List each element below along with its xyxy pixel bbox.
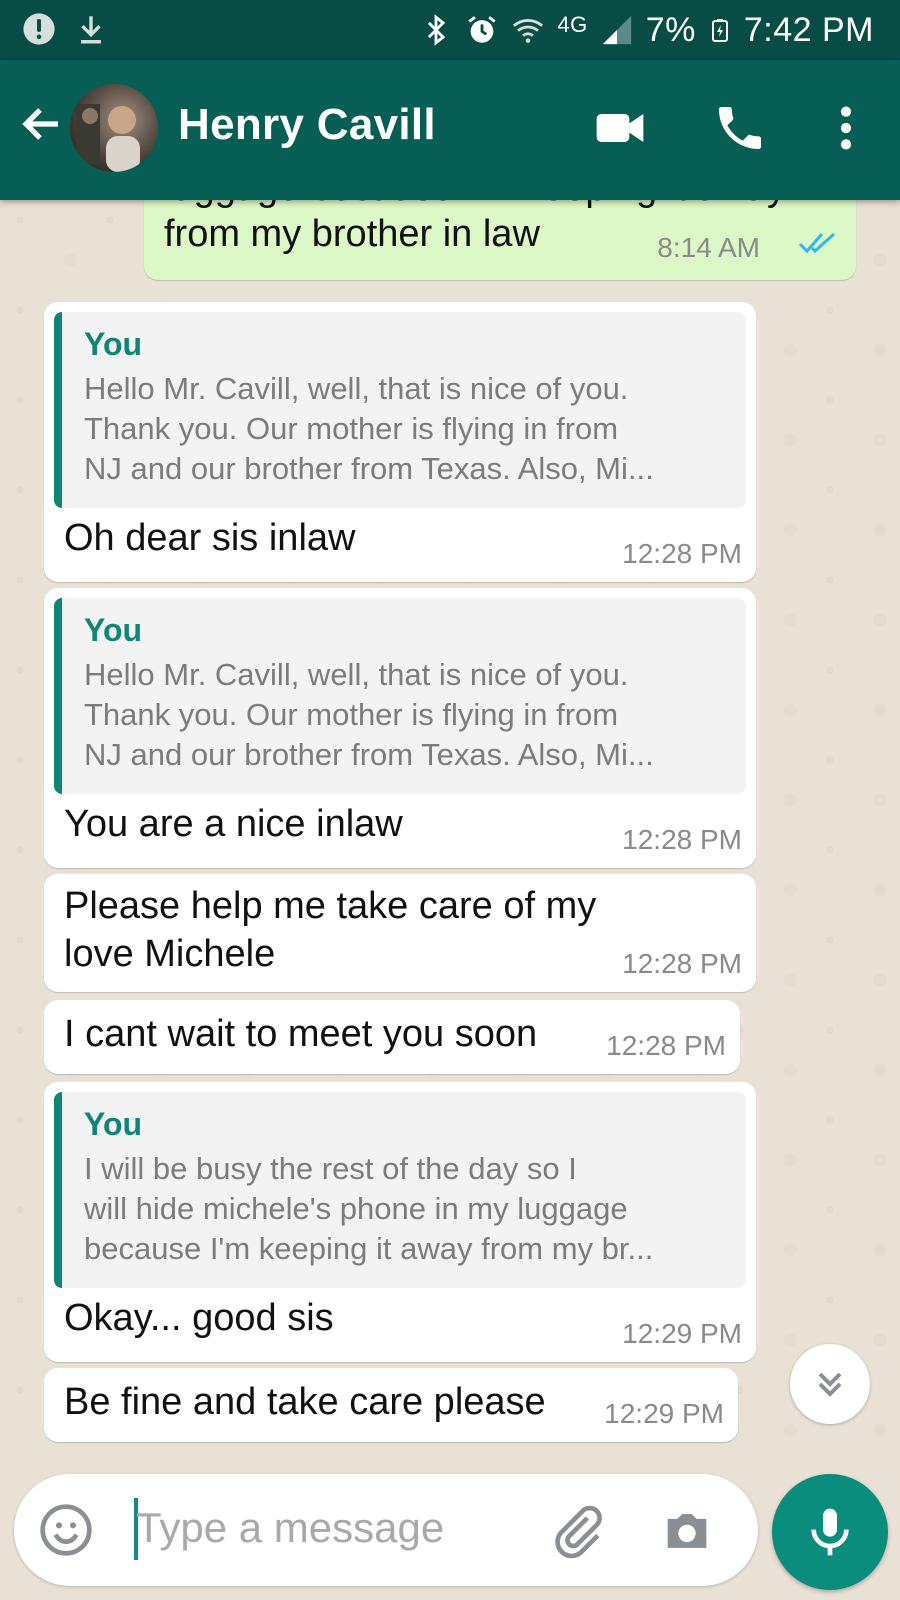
outgoing-message[interactable]: luggage because I'm keeping it away from… <box>144 200 856 280</box>
message-composer: Type a message <box>14 1474 758 1586</box>
quote-line: Hello Mr. Cavill, well, that is nice of … <box>84 657 629 692</box>
message-text: Be fine and take care please <box>64 1381 546 1423</box>
back-arrow-icon[interactable] <box>18 100 66 148</box>
signal-icon <box>602 15 631 45</box>
incoming-message[interactable]: You Hello Mr. Cavill, well, that is nice… <box>44 302 756 582</box>
incoming-message[interactable]: You I will be busy the rest of the day s… <box>44 1082 756 1362</box>
bluetooth-icon <box>428 14 446 46</box>
contact-name[interactable]: Henry Cavill <box>178 100 436 150</box>
quote-author: You <box>84 1106 143 1142</box>
wifi-icon <box>513 19 544 43</box>
message-text: I cant wait to meet you soon <box>64 1013 538 1055</box>
quote-line: Thank you. Our mother is flying in from <box>84 411 619 446</box>
quote-line: NJ and our brother from Texas. Also, Mi.… <box>84 737 654 772</box>
video-call-icon[interactable] <box>592 100 648 156</box>
quote-author: You <box>84 326 143 362</box>
message-text: You are a nice inlaw <box>64 803 403 845</box>
status-bar: 4G 7% 7:42 PM <box>0 0 900 60</box>
message-text: Oh dear sis inlaw <box>64 517 356 559</box>
message-time: 12:28 PM <box>622 824 742 855</box>
scroll-to-bottom-button[interactable] <box>790 1344 870 1424</box>
avatar[interactable] <box>70 84 158 172</box>
message-time: 12:28 PM <box>622 948 742 979</box>
attach-icon[interactable] <box>550 1504 606 1560</box>
quote-line: NJ and our brother from Texas. Also, Mi.… <box>84 451 654 486</box>
emoji-icon[interactable] <box>38 1502 94 1558</box>
quote-line: Hello Mr. Cavill, well, that is nice of … <box>84 371 629 406</box>
message-time: 12:28 PM <box>606 1030 726 1061</box>
message-text: Okay... good sis <box>64 1297 334 1339</box>
avatar-photo <box>76 104 140 172</box>
incoming-message[interactable]: Please help me take care of my love Mich… <box>44 874 756 992</box>
message-time: 12:28 PM <box>622 538 742 569</box>
voice-message-button[interactable] <box>772 1474 888 1590</box>
message-text: Please help me take care of my <box>64 885 597 927</box>
phone-call-icon[interactable] <box>712 100 768 156</box>
quoted-message[interactable]: You Hello Mr. Cavill, well, that is nice… <box>54 598 746 794</box>
message-list[interactable]: luggage because I'm keeping it away from… <box>0 200 900 1460</box>
quoted-message[interactable]: You Hello Mr. Cavill, well, that is nice… <box>54 312 746 508</box>
quote-line: I will be busy the rest of the day so I <box>84 1151 577 1186</box>
message-time: 12:29 PM <box>622 1318 742 1349</box>
battery-icon <box>711 19 728 42</box>
incoming-message[interactable]: Be fine and take care please 12:29 PM <box>44 1368 738 1442</box>
chevron-double-down-icon <box>818 1372 842 1397</box>
camera-icon[interactable] <box>658 1502 716 1560</box>
quote-author: You <box>84 612 143 648</box>
chat-header: Henry Cavill <box>0 60 900 200</box>
battery-percent: 7% <box>645 11 696 49</box>
double-check-icon <box>798 232 836 254</box>
quoted-message[interactable]: You I will be busy the rest of the day s… <box>54 1092 746 1288</box>
message-text: love Michele <box>64 933 276 975</box>
more-options-icon[interactable] <box>818 100 874 156</box>
alert-icon <box>23 13 55 45</box>
status-time: 7:42 PM <box>743 11 874 49</box>
alarm-icon <box>468 16 496 43</box>
incoming-message[interactable]: You Hello Mr. Cavill, well, that is nice… <box>44 588 756 868</box>
incoming-message[interactable]: I cant wait to meet you soon 12:28 PM <box>44 1000 740 1074</box>
message-text: from my brother in law <box>164 213 540 255</box>
message-input[interactable]: Type a message <box>136 1504 444 1552</box>
quote-line: because I'm keeping it away from my br..… <box>84 1231 654 1266</box>
message-time: 12:29 PM <box>604 1398 724 1429</box>
mic-icon <box>811 1508 849 1556</box>
download-icon <box>81 16 101 44</box>
quote-line: will hide michele's phone in my luggage <box>84 1191 628 1226</box>
quote-line: Thank you. Our mother is flying in from <box>84 697 619 732</box>
network-type: 4G <box>557 12 588 37</box>
message-time: 8:14 AM <box>657 232 760 263</box>
